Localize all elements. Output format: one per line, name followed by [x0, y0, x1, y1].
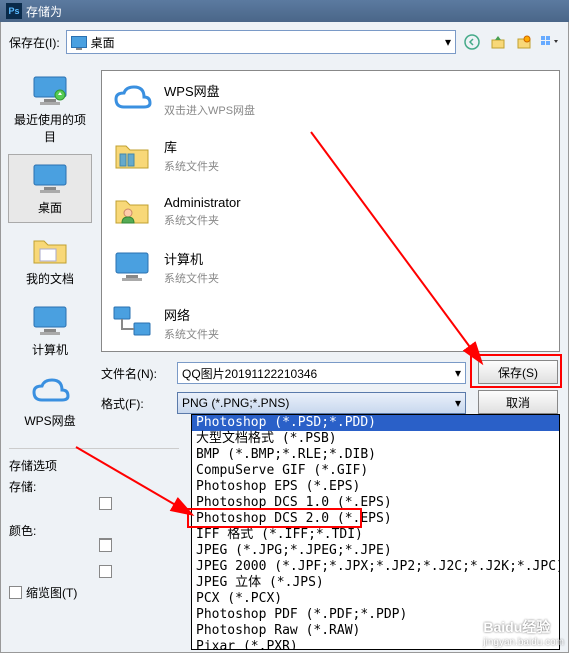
format-option[interactable]: Photoshop EPS (*.EPS): [192, 479, 559, 495]
file-title: 库: [164, 137, 219, 156]
format-value: PNG (*.PNG;*.PNS): [182, 396, 289, 410]
place-wps[interactable]: WPS网盘: [8, 367, 92, 436]
desktop-icon: [71, 36, 87, 48]
format-option[interactable]: Photoshop (*.PSD;*.PDD): [192, 415, 559, 431]
place-label: 最近使用的项目: [11, 111, 89, 145]
format-option[interactable]: JPEG (*.JPG;*.JPEG;*.JPE): [192, 543, 559, 559]
app-icon: Ps: [6, 3, 22, 19]
file-title: 网络: [164, 305, 219, 324]
cancel-button[interactable]: 取消: [478, 390, 558, 414]
file-item-admin[interactable]: Administrator 系统文件夹: [102, 183, 559, 239]
chevron-down-icon[interactable]: ▾: [455, 396, 461, 410]
chevron-down-icon[interactable]: ▾: [455, 366, 461, 380]
format-option[interactable]: IFF 格式 (*.IFF;*.TDI): [192, 527, 559, 543]
format-option[interactable]: JPEG 2000 (*.JPF;*.JPX;*.JP2;*.J2C;*.J2K…: [192, 559, 559, 575]
place-desktop[interactable]: 桌面: [8, 154, 92, 223]
color-label: 颜色:: [9, 524, 36, 538]
file-item-network[interactable]: 网络系统文件夹: [102, 295, 559, 351]
up-icon[interactable]: [488, 32, 508, 52]
file-item-wps[interactable]: WPS网盘双击进入WPS网盘: [102, 71, 559, 127]
file-sub: 系统文件夹: [164, 270, 219, 286]
place-label: WPS网盘: [24, 412, 75, 429]
chevron-down-icon[interactable]: ▾: [445, 35, 451, 49]
save-in-combo[interactable]: 桌面 ▾: [66, 30, 456, 54]
places-bar: 最近使用的项目 桌面 我的文档 计算机 WPS网盘: [5, 66, 95, 436]
view-menu-icon[interactable]: [540, 32, 560, 52]
back-icon[interactable]: [462, 32, 482, 52]
file-list[interactable]: WPS网盘双击进入WPS网盘 库系统文件夹 Administrator 系统文件夹…: [101, 70, 560, 352]
format-option[interactable]: BMP (*.BMP;*.RLE;*.DIB): [192, 447, 559, 463]
place-computer[interactable]: 计算机: [8, 296, 92, 365]
file-item-libraries[interactable]: 库系统文件夹: [102, 127, 559, 183]
format-option[interactable]: PCX (*.PCX): [192, 591, 559, 607]
dialog-title: 存储为: [26, 3, 62, 20]
file-sub: 系统文件夹: [164, 158, 219, 174]
save-button[interactable]: 保存(S): [478, 360, 558, 384]
file-title: 计算机: [164, 249, 219, 268]
checkbox[interactable]: [99, 497, 112, 510]
file-sub: 系统文件夹: [164, 326, 219, 342]
format-option[interactable]: Photoshop DCS 2.0 (*.EPS): [192, 511, 559, 527]
top-bar: 保存在(I): 桌面 ▾: [1, 22, 568, 62]
storage-save-label: 存储:: [9, 478, 36, 495]
format-option[interactable]: JPEG 立体 (*.JPS): [192, 575, 559, 591]
format-combo[interactable]: PNG (*.PNG;*.PNS) ▾: [177, 392, 466, 414]
button-group: 保存(S) 取消: [478, 360, 558, 414]
filename-value: QQ图片20191122210346: [182, 365, 317, 382]
file-item-computer[interactable]: 计算机系统文件夹: [102, 239, 559, 295]
format-dropdown[interactable]: Photoshop (*.PSD;*.PDD)大型文档格式 (*.PSB)BMP…: [191, 414, 560, 650]
storage-options-label: 存储选项: [9, 457, 179, 474]
save-in-label: 保存在(I):: [9, 34, 60, 51]
color-section: 颜色:: [9, 522, 179, 581]
file-title: WPS网盘: [164, 81, 255, 100]
place-recent[interactable]: 最近使用的项目: [8, 66, 92, 152]
dialog-body: 保存在(I): 桌面 ▾ 最近使用的项目: [0, 22, 569, 653]
place-label: 计算机: [32, 341, 68, 358]
place-label: 我的文档: [26, 270, 74, 287]
place-label: 桌面: [38, 199, 62, 216]
filename-input[interactable]: QQ图片20191122210346 ▾: [177, 362, 466, 384]
file-sub: 双击进入WPS网盘: [164, 102, 255, 118]
save-in-value: 桌面: [91, 34, 115, 51]
format-label: 格式(F):: [101, 395, 171, 412]
thumbnail-section: 缩览图(T): [9, 584, 179, 601]
thumbnail-label: 缩览图(T): [26, 584, 77, 601]
thumbnail-checkbox[interactable]: [9, 586, 22, 599]
place-documents[interactable]: 我的文档: [8, 225, 92, 294]
file-title: Administrator: [164, 195, 241, 210]
format-option[interactable]: Photoshop DCS 1.0 (*.EPS): [192, 495, 559, 511]
filename-label: 文件名(N):: [101, 365, 171, 382]
format-option[interactable]: Photoshop PDF (*.PDF;*.PDP): [192, 607, 559, 623]
checkbox[interactable]: [99, 539, 112, 552]
format-option[interactable]: Pixar (*.PXR): [192, 639, 559, 650]
file-sub: 系统文件夹: [164, 212, 241, 228]
checkbox[interactable]: [99, 565, 112, 578]
new-folder-icon[interactable]: [514, 32, 534, 52]
format-option[interactable]: 大型文档格式 (*.PSB): [192, 431, 559, 447]
format-option[interactable]: CompuServe GIF (*.GIF): [192, 463, 559, 479]
title-bar: Ps 存储为: [0, 0, 569, 22]
format-option[interactable]: Photoshop Raw (*.RAW): [192, 623, 559, 639]
